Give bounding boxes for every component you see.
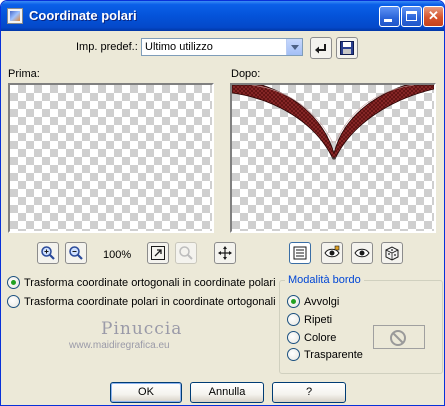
reset-arrow-icon — [315, 44, 326, 54]
edge-mode-title: Modalità bordo — [285, 274, 364, 286]
ok-button[interactable]: OK — [110, 382, 182, 403]
edge-color-swatch[interactable] — [373, 325, 425, 349]
window-title: Coordinate polari — [29, 8, 137, 23]
edge-repeat-label[interactable]: Ripeti — [304, 314, 332, 326]
plugin-app-icon[interactable] — [7, 8, 23, 24]
reset-preset-button[interactable] — [310, 37, 332, 59]
close-icon: ✕ — [428, 8, 439, 23]
randomize-button[interactable] — [381, 242, 403, 264]
zoom-to-fit-button[interactable] — [147, 242, 169, 264]
minimize-icon — [384, 19, 392, 22]
polar-result-shape — [232, 85, 434, 160]
zoom-disabled-button — [175, 242, 197, 264]
randomize-dice-icon — [385, 246, 399, 261]
preset-label: Imp. predef.: — [76, 41, 138, 53]
minimize-button[interactable] — [379, 6, 400, 27]
proof-list-button[interactable] — [289, 242, 311, 264]
before-label: Prima: — [8, 68, 40, 80]
before-preview[interactable] — [8, 83, 214, 233]
transform-polar-to-rect-label[interactable]: Trasforma coordinate polari in coordinat… — [24, 296, 276, 308]
eye-toggle-button[interactable] — [351, 242, 373, 264]
pan-move-icon — [218, 246, 232, 260]
zoom-level: 100% — [103, 249, 132, 261]
save-preset-button[interactable] — [336, 37, 358, 59]
edge-wrap-radio[interactable] — [287, 295, 300, 308]
no-color-circle-icon — [390, 330, 406, 346]
preset-dropdown[interactable]: Ultimo utilizzo — [141, 38, 303, 56]
proof-list-icon — [293, 246, 307, 260]
preset-selected-value: Ultimo utilizzo — [145, 41, 213, 53]
after-label: Dopo: — [231, 68, 261, 80]
help-button[interactable]: ? — [272, 382, 346, 403]
edge-color-label[interactable]: Colore — [304, 332, 336, 344]
transform-polar-to-rect-radio[interactable] — [7, 295, 20, 308]
cancel-button[interactable]: Annulla — [190, 382, 264, 403]
preview-on-image-icon — [324, 245, 340, 258]
chevron-down-icon[interactable] — [286, 39, 302, 55]
transform-rect-to-polar-radio[interactable] — [7, 276, 20, 289]
zoom-to-fit-icon — [151, 246, 165, 260]
preview-on-image-button[interactable] — [321, 242, 343, 264]
magnifier-plus-icon — [41, 246, 55, 260]
title-bar[interactable]: Coordinate polari ✕ — [1, 1, 444, 31]
polar-coordinates-dialog: Coordinate polari ✕ Imp. predef.: Ultimo… — [0, 0, 445, 406]
edge-transparent-radio[interactable] — [287, 348, 300, 361]
magnifier-minus-icon — [69, 246, 83, 260]
maximize-button[interactable] — [401, 6, 422, 27]
pan-button[interactable] — [214, 242, 236, 264]
after-preview[interactable] — [230, 83, 436, 233]
transform-rect-to-polar-label[interactable]: Trasforma coordinate ortogonali in coord… — [24, 277, 276, 289]
edge-transparent-label[interactable]: Trasparente — [304, 349, 363, 361]
edge-wrap-label[interactable]: Avvolgi — [304, 296, 339, 308]
magnifier-disabled-icon — [179, 246, 193, 260]
floppy-save-icon — [340, 41, 354, 55]
watermark-url: www.maidiregrafica.eu — [69, 340, 170, 351]
maximize-icon — [406, 11, 417, 21]
zoom-in-button[interactable] — [37, 242, 59, 264]
zoom-out-button[interactable] — [65, 242, 87, 264]
edge-repeat-radio[interactable] — [287, 313, 300, 326]
close-button[interactable]: ✕ — [423, 6, 444, 27]
eye-toggle-icon — [354, 248, 370, 258]
watermark-name: Pinuccia — [101, 319, 183, 339]
edge-color-radio[interactable] — [287, 331, 300, 344]
